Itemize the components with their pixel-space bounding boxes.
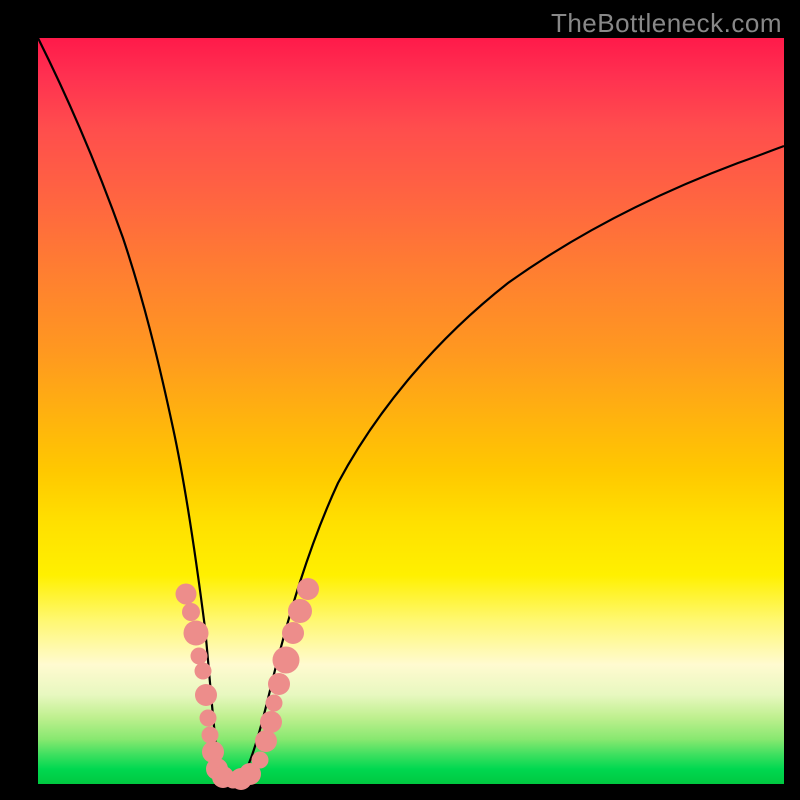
plot-area [38,38,784,784]
sample-dot [273,647,300,674]
sample-dot [266,695,283,712]
sample-dot [195,684,217,706]
sample-dot [288,599,312,623]
sample-dot [182,603,200,621]
sample-dot [200,710,217,727]
sample-dot [282,622,304,644]
sample-dot [268,673,290,695]
sample-dots-layer [38,38,784,784]
sample-dot [176,584,197,605]
sample-dot [297,578,319,600]
watermark-text: TheBottleneck.com [551,8,782,39]
sample-dot [252,752,269,769]
sample-dot [255,730,277,752]
sample-dot [195,663,212,680]
sample-dot [184,621,209,646]
sample-dot [260,711,282,733]
